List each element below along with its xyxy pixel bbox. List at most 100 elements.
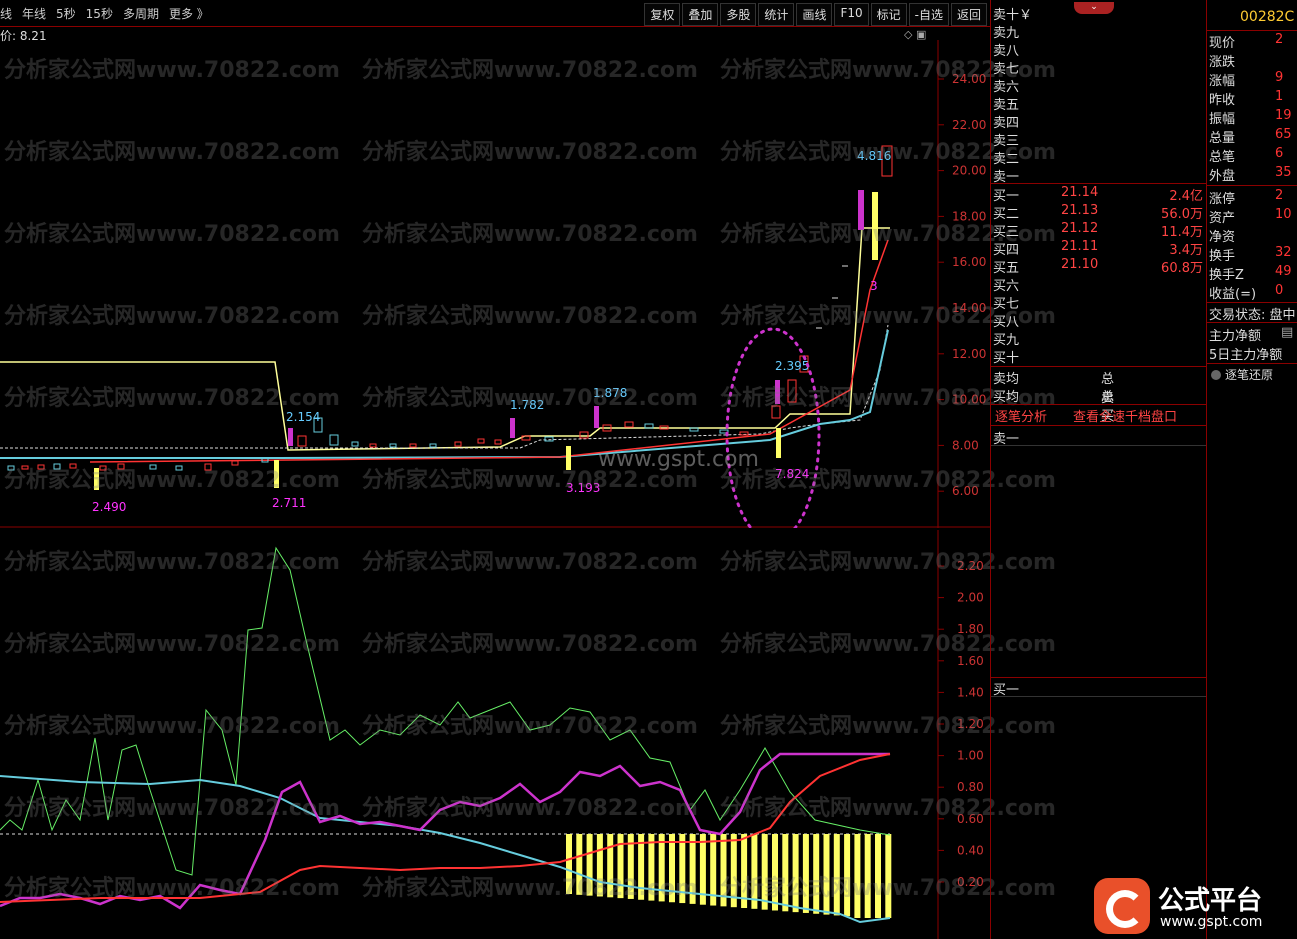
indicator-chart[interactable]: 2.20 2.00 1.80 1.60 1.40 1.20 1.00 0.80 0.60 0.40…: [0, 530, 990, 939]
buy-level-row[interactable]: 买二 21.13 56.0万: [993, 203, 1203, 222]
remove-watchlist-button[interactable]: -自选: [908, 3, 949, 26]
buy-level-row[interactable]: 买八: [993, 311, 1053, 330]
toggle-icon: [1211, 370, 1221, 380]
quote-label: 净资: [1209, 230, 1236, 245]
sell-level-row[interactable]: 卖六: [993, 76, 1053, 95]
buy-level-row[interactable]: 买四 21.11 3.4万: [993, 239, 1203, 258]
sell-level-row[interactable]: 卖五: [993, 94, 1053, 113]
candle-body: [477, 438, 485, 444]
f10-button[interactable]: F10: [834, 3, 869, 26]
signal-bar: [864, 834, 871, 918]
collapse-chevron-icon[interactable]: ⌄: [1074, 2, 1114, 14]
period-15s[interactable]: 15秒: [86, 5, 113, 22]
period-year[interactable]: 年线: [22, 5, 46, 22]
buy-level-row[interactable]: 买五 21.10 60.8万: [993, 257, 1203, 276]
statistics-button[interactable]: 统计: [758, 3, 795, 26]
annotation-label: 2.395: [775, 359, 809, 373]
signal-bar: [586, 834, 593, 896]
candles: [7, 145, 893, 490]
sell-level-row[interactable]: 卖七: [993, 58, 1053, 77]
period-day[interactable]: 线: [0, 5, 12, 22]
price-tick-label: 10.00: [952, 393, 986, 407]
period-multi[interactable]: 多周期: [123, 5, 159, 22]
quote-value: 2: [1275, 188, 1284, 203]
toolbar-buttons: 复权 叠加 多股 统计 画线 F10 标记 -自选 返回: [642, 3, 987, 26]
expand-icon[interactable]: ▤: [1281, 325, 1293, 340]
tick-restore-toggle[interactable]: 逐笔还原: [1211, 366, 1273, 383]
candle-body: [389, 443, 397, 448]
price-tick-label: 8.00: [952, 438, 979, 452]
sell-level-label: 卖四: [993, 116, 1020, 131]
sell-level-row[interactable]: 卖三: [993, 130, 1053, 149]
indicator-tick-label: 2.20: [957, 559, 984, 573]
signal-marker: [274, 460, 279, 488]
candle-body: [37, 464, 45, 470]
quote-row: 换手 32: [1209, 245, 1292, 264]
divider: [991, 183, 1206, 184]
mark-button[interactable]: 标记: [870, 3, 907, 26]
price-axis: 24.00 22.00 20.00 18.00 16.00 14.00 12.00 10.00…: [938, 72, 986, 498]
quote-label: 涨幅: [1209, 74, 1236, 89]
candlestick-chart[interactable]: 24.00 22.00 20.00 18.00 16.00 14.00 12.00 10.00…: [0, 40, 990, 528]
ma-dashed-line: [0, 324, 889, 449]
sell-avg-row: 卖均 总卖: [993, 372, 1115, 406]
sell-level-row[interactable]: 卖四: [993, 112, 1053, 131]
divider: [991, 404, 1206, 405]
buy-level-row[interactable]: 买一 21.14 2.4亿: [993, 185, 1203, 204]
multi-stock-button[interactable]: 多股: [720, 3, 757, 26]
annotation-label: 1.878: [593, 386, 627, 400]
sell-level-row[interactable]: 卖十￥: [993, 4, 1053, 23]
quote-row: 涨幅 9: [1209, 70, 1283, 89]
annotation-label: 2.154: [286, 410, 320, 424]
period-5s[interactable]: 5秒: [56, 5, 76, 22]
signal-bar: [833, 834, 840, 916]
quote-value: 6: [1275, 146, 1284, 161]
candle-body: [787, 379, 797, 403]
divider: [991, 366, 1206, 367]
sell-level-row[interactable]: 卖八: [993, 40, 1053, 59]
sell-level-row[interactable]: 卖二: [993, 148, 1053, 167]
signal-bar: [741, 834, 748, 909]
quote-value: 49: [1275, 264, 1292, 279]
signal-bar: [596, 834, 603, 897]
candle-body: [454, 441, 462, 447]
period-more[interactable]: 更多 》: [169, 5, 209, 22]
draw-line-button[interactable]: 画线: [796, 3, 833, 26]
indicator-tick-label: 1.80: [957, 622, 984, 636]
quote-label: 总量: [1209, 131, 1236, 146]
buy-level-row[interactable]: 买六: [993, 275, 1053, 294]
quote-panel: 00282C 现价 2 涨跌 涨幅 9 昨收 1 振幅 19 总量 65 总笔 6 外盘 35 涨停 2 资产 10…: [1206, 0, 1297, 939]
annotations: 2.490 2.711 2.154 1.782 3.193 1.878 2.395 7.824…: [92, 149, 891, 514]
upper-band-line: [0, 227, 890, 451]
candle-body: [429, 443, 437, 448]
buy-level-row[interactable]: 买九: [993, 329, 1053, 348]
sell-level-row[interactable]: 卖九: [993, 22, 1053, 41]
restore-rights-button[interactable]: 复权: [644, 3, 681, 26]
quote-label: 昨收: [1209, 93, 1236, 108]
buy-level-price: 21.11: [1061, 239, 1099, 254]
buy-level-row[interactable]: 买十: [993, 347, 1053, 366]
indicator-lines: [0, 227, 890, 463]
annotation-label: 7.824: [775, 467, 809, 481]
buy-level-row[interactable]: 买三 21.12 11.4万: [993, 221, 1203, 240]
signal-bar: [566, 834, 572, 894]
buy-level-price: 21.14: [1061, 185, 1099, 200]
tick-analysis-link[interactable]: 逐笔分析: [995, 406, 1047, 425]
indicator-tick-label: 0.40: [957, 843, 984, 857]
buy-one-detail-label: 买一: [993, 683, 1020, 698]
quote-value: 9: [1275, 70, 1284, 85]
signal-bar: [792, 834, 799, 913]
signal-marker: [872, 192, 878, 260]
period-selector: 线 年线 5秒 15秒 多周期 更多 》: [0, 5, 209, 22]
overlay-button[interactable]: 叠加: [682, 3, 719, 26]
quote-label: 现价: [1209, 36, 1236, 51]
main-net-5d: 5日主力净额: [1209, 348, 1283, 363]
stock-code[interactable]: 00282C: [1240, 9, 1294, 25]
full-depth-link[interactable]: 查看全速千档盘口: [1073, 406, 1177, 425]
back-button[interactable]: 返回: [950, 3, 987, 26]
buy-level-row[interactable]: 买七: [993, 293, 1053, 312]
candle-body: [579, 431, 589, 439]
sell-level-row[interactable]: 卖一: [993, 166, 1053, 185]
signal-bar: [576, 834, 583, 895]
divider: [1207, 363, 1297, 364]
